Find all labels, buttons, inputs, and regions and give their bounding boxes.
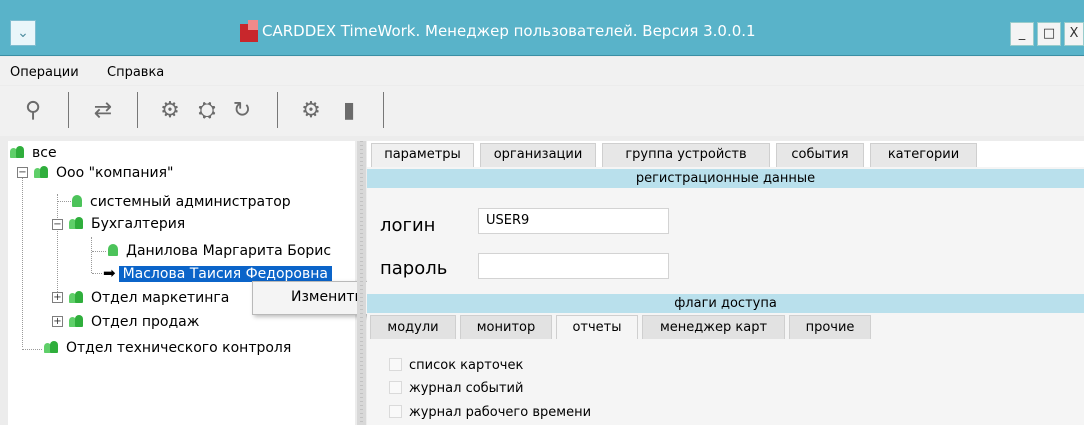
tab-categories[interactable]: категории: [870, 143, 977, 167]
tree-item-person-selected[interactable]: ➡ Маслова Таисия Федоровна: [103, 263, 332, 283]
system-menu-button[interactable]: ⌄: [10, 20, 36, 46]
tree-line: [92, 251, 106, 252]
tree-item-label: Маслова Таисия Федоровна: [118, 266, 332, 282]
toolbar-separator: [68, 92, 69, 128]
password-input[interactable]: [478, 253, 669, 279]
users-group-icon: [69, 291, 83, 303]
tab-bar: параметры организации группа устройств с…: [367, 141, 1084, 167]
tree-item-sales[interactable]: Отдел продаж: [69, 312, 199, 332]
user-icon: [108, 244, 118, 256]
registration-header: регистрационные данные: [367, 169, 1084, 188]
access-flags-header: флаги доступа: [367, 294, 1084, 313]
tree-item-person[interactable]: Данилова Маргарита Борис: [108, 241, 331, 261]
user-details-panel: параметры организации группа устройств с…: [367, 141, 1084, 425]
toolbar-separator: [383, 92, 384, 128]
checkbox[interactable]: [389, 405, 402, 418]
login-input[interactable]: USER9: [478, 208, 669, 234]
tree-line: [57, 194, 58, 298]
tree-item-marketing[interactable]: Отдел маркетинга: [69, 288, 229, 308]
tab-events[interactable]: события: [776, 143, 864, 167]
checkbox-row[interactable]: журнал рабочего времени: [389, 403, 591, 423]
checkbox-label: журнал событий: [409, 381, 524, 396]
tree-item-label: Ооо "компания": [56, 165, 174, 181]
checkbox[interactable]: [389, 358, 402, 371]
users-group-icon: [69, 315, 83, 327]
refresh-icon[interactable]: ↻: [229, 98, 255, 124]
menu-help[interactable]: Справка: [107, 65, 164, 80]
tree-item-label: Отдел технического контроля: [66, 340, 292, 356]
collapse-icon[interactable]: −: [17, 167, 28, 178]
subtab-other[interactable]: прочие: [789, 315, 871, 339]
tree-item-label: системный администратор: [90, 194, 291, 210]
minimize-button[interactable]: _: [1010, 22, 1034, 46]
tree-item-label: Отдел продаж: [91, 314, 200, 330]
tree-item-tech-control[interactable]: Отдел технического контроля: [44, 338, 291, 358]
tree-item-label: Отдел маркетинга: [91, 290, 230, 306]
context-menu-edit[interactable]: Изменить: [291, 289, 363, 305]
expand-icon[interactable]: +: [52, 316, 63, 327]
panel-splitter[interactable]: [357, 141, 366, 425]
door-icon[interactable]: ▮: [336, 98, 362, 124]
access-subtab-bar: модули монитор отчеты менеджер карт проч…: [367, 315, 1084, 339]
window-title: CARDDEX TimeWork. Менеджер пользователей…: [262, 22, 756, 40]
users-group-icon: [34, 166, 48, 178]
close-button[interactable]: X: [1064, 22, 1084, 46]
tree-item-all[interactable]: все: [10, 143, 57, 163]
tab-device-group[interactable]: группа устройств: [602, 143, 770, 167]
arrow-right-icon: ➡: [103, 264, 116, 282]
tree-line: [57, 201, 71, 202]
settings-icon[interactable]: ⚙: [157, 98, 183, 124]
tree-line: [22, 349, 42, 350]
users-group-icon: [10, 146, 24, 158]
device-settings-icon[interactable]: ⛭: [194, 98, 220, 124]
subtab-reports[interactable]: отчеты: [556, 315, 638, 339]
user-settings-icon[interactable]: ⚙: [298, 98, 324, 124]
app-logo-icon: [240, 20, 258, 42]
subtab-modules[interactable]: модули: [370, 315, 456, 339]
checkbox-row[interactable]: список карточек: [389, 356, 523, 376]
toolbar-separator: [277, 92, 278, 128]
tree-line: [92, 273, 102, 274]
tree-item-admin[interactable]: системный администратор: [72, 192, 291, 212]
tree-item-label: Данилова Маргарита Борис: [126, 243, 332, 259]
collapse-icon[interactable]: −: [52, 219, 63, 230]
checkbox-label: список карточек: [409, 358, 524, 373]
user-icon: [72, 195, 82, 207]
transfer-icon[interactable]: ⇄: [90, 98, 116, 124]
checkbox[interactable]: [389, 381, 402, 394]
login-label: логин: [380, 215, 436, 236]
title-bar: ⌄ CARDDEX TimeWork. Менеджер пользовател…: [0, 0, 1084, 56]
tab-organizations[interactable]: организации: [480, 143, 596, 167]
checkbox-row[interactable]: журнал событий: [389, 379, 523, 399]
search-icon[interactable]: ⚲: [20, 98, 46, 124]
subtab-monitor[interactable]: монитор: [460, 315, 552, 339]
users-group-icon: [69, 217, 83, 229]
tree-item-accounting[interactable]: Бухгалтерия: [69, 214, 185, 234]
password-label: пароль: [380, 258, 448, 279]
checkbox-label: журнал рабочего времени: [409, 405, 592, 420]
toolbar-separator: [137, 92, 138, 128]
tab-parameters[interactable]: параметры: [371, 143, 474, 167]
expand-icon[interactable]: +: [52, 292, 63, 303]
users-group-icon: [44, 341, 58, 353]
tree-item-company[interactable]: Ооо "компания": [34, 163, 173, 183]
tree-line: [22, 171, 23, 347]
maximize-button[interactable]: □: [1037, 22, 1061, 46]
subtab-card-manager[interactable]: менеджер карт: [642, 315, 785, 339]
toolbar: ⚲ ⇄ ⚙ ⛭ ↻ ⚙ ▮: [0, 86, 1084, 136]
tree-line: [91, 237, 92, 273]
tree-item-label: Бухгалтерия: [91, 216, 186, 232]
menu-operations[interactable]: Операции: [10, 65, 79, 80]
tree-item-label: все: [32, 145, 57, 161]
menu-bar: Операции Справка: [0, 57, 1084, 85]
